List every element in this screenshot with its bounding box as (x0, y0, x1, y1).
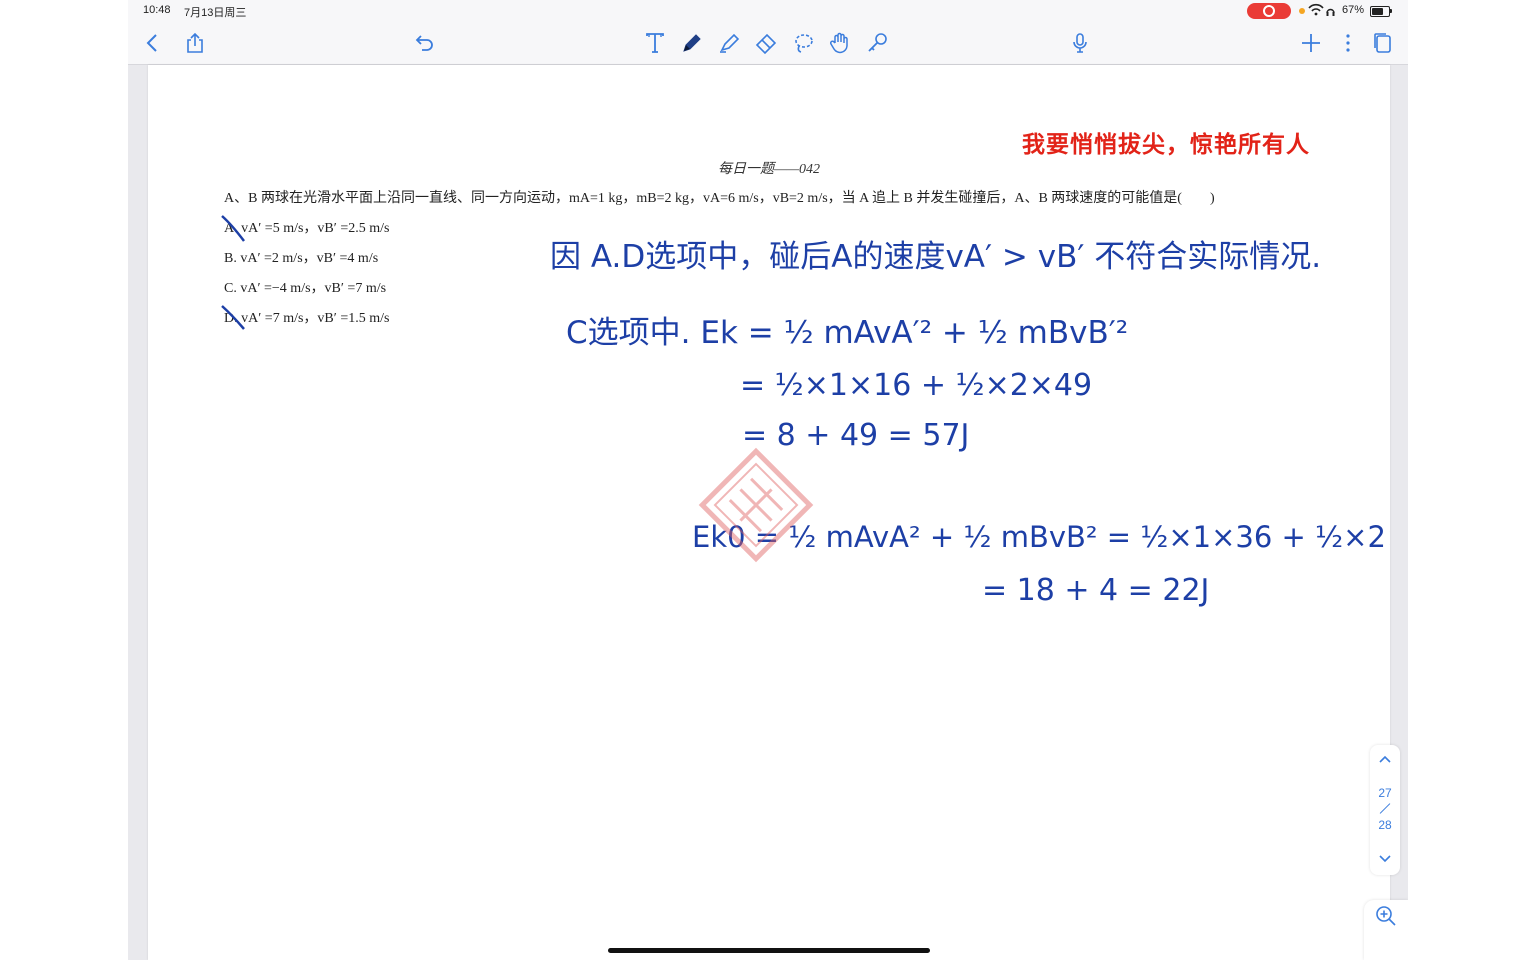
handwritten-line-1: 因 A.D选项中，碰后A的速度vA′ > vB′ 不符合实际情况. (550, 239, 1321, 275)
toolbar (128, 22, 1408, 65)
back-chevron-icon[interactable] (138, 28, 168, 58)
page-navigator: 27 28 (1370, 745, 1400, 875)
share-icon[interactable] (180, 28, 210, 58)
pen-tool-icon[interactable] (677, 28, 707, 58)
status-date: 7月13日周三 (184, 7, 247, 19)
left-margin (0, 0, 128, 960)
hand-gesture-icon[interactable] (825, 28, 855, 58)
status-time: 10:48 (143, 4, 171, 16)
screen-recording-indicator[interactable] (1247, 3, 1291, 19)
lasso-icon[interactable] (788, 28, 818, 58)
zoom-button[interactable] (1364, 900, 1408, 960)
watermark-seal (698, 447, 814, 563)
handwritten-line-2: C选项中. Ek = ½ mAvA′² + ½ mBvB′² (566, 315, 1128, 351)
total-page-count: 28 (1378, 818, 1392, 832)
cross-mark-a (221, 215, 245, 242)
status-bar: 10:48 7月13日周三 67% (128, 0, 1408, 22)
eraser-icon[interactable] (751, 28, 781, 58)
cross-mark-d (221, 305, 245, 330)
mic-in-use-dot (1299, 8, 1305, 14)
handwritten-line-3: = ½×1×16 + ½×2×49 (740, 368, 1092, 403)
highlighter-icon[interactable] (714, 28, 744, 58)
page-separator (1379, 803, 1391, 814)
laser-pointer-icon[interactable] (862, 28, 892, 58)
battery-icon (1370, 6, 1392, 17)
more-icon[interactable] (1333, 28, 1363, 58)
undo-icon[interactable] (410, 28, 440, 58)
microphone-icon[interactable] (1065, 28, 1095, 58)
wifi-icon (1308, 3, 1336, 20)
page-down-icon[interactable] (1376, 849, 1394, 867)
ipad-screen: 10:48 7月13日周三 67% 我要悄悄拔尖，惊艳所有人 每日一题——042… (128, 0, 1408, 960)
document-page[interactable]: 我要悄悄拔尖，惊艳所有人 每日一题——042 A、B 两球在光滑水平面上沿同一直… (148, 65, 1390, 960)
text-tool-icon[interactable] (640, 28, 670, 58)
battery-fill (1372, 8, 1383, 15)
right-margin (1408, 0, 1536, 960)
page-view-icon[interactable] (1368, 28, 1398, 58)
home-indicator[interactable] (608, 948, 930, 953)
battery-percentage: 67% (1342, 4, 1365, 16)
handwritten-line-6: = 18 + 4 = 22J (982, 573, 1209, 608)
zoom-in-icon (1376, 906, 1396, 926)
add-page-icon[interactable] (1296, 28, 1326, 58)
page-up-icon[interactable] (1376, 751, 1394, 769)
current-page-number: 27 (1378, 786, 1392, 800)
